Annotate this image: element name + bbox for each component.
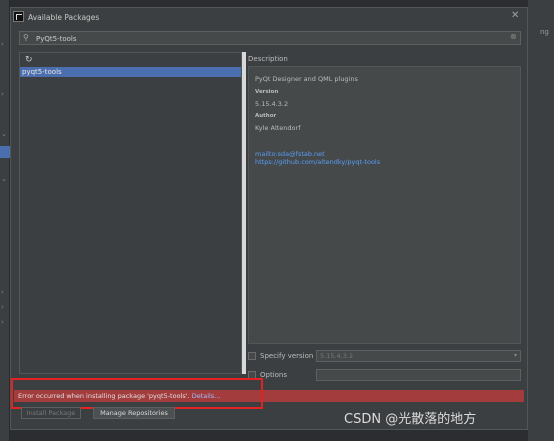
author-header: Author [255,113,277,119]
chevron-down-icon: ⌄ [1,175,7,183]
selected-tree-item [0,146,10,158]
list-item[interactable]: pyqt5-tools [20,67,241,77]
ide-background-text: ng [540,28,549,36]
specify-version-checkbox[interactable] [248,352,256,360]
refresh-icon[interactable]: ↻ [25,55,33,65]
install-package-button[interactable]: Install Package [21,407,81,419]
available-packages-dialog: Available Packages ✕ ⚲ ⊗ ↻ pyqt5-tools D… [10,7,528,430]
clear-search-icon[interactable]: ⊗ [510,32,517,41]
chevron-icon: › [1,90,4,98]
dialog-title: Available Packages [28,13,100,22]
search-input[interactable] [36,33,496,44]
chevron-down-icon: ▾ [513,352,517,359]
email-link[interactable]: mailto:sda@fstab.net [255,150,325,158]
homepage-link[interactable]: https://github.com/altendky/pyqt-tools [255,158,380,166]
pycharm-icon [13,11,24,22]
version-select-value: 5.15.4.3.2 [320,352,354,360]
specify-version-label: Specify version [260,352,314,360]
options-field[interactable] [316,369,521,381]
chevron-icon: › [1,318,4,326]
ide-left-strip: › › ⌄ ⌄ › › › [0,0,10,441]
chevron-icon: › [1,288,4,296]
description-label: Description [248,55,288,63]
chevron-down-icon: ⌄ [1,130,7,138]
csdn-watermark: CSDN @光散落的地方 [344,412,477,427]
package-version: 5.15.4.3.2 [255,100,289,108]
manage-repositories-button[interactable]: Manage Repositories [93,407,175,419]
options-label: Options [260,371,288,379]
error-highlight-annotation [11,378,263,409]
title-bar: Available Packages ✕ [11,8,527,28]
package-search: ⚲ ⊗ [19,31,521,45]
package-summary: PyQt Designer and QML plugins [255,75,358,83]
package-list: ↻ pyqt5-tools [19,52,242,374]
description-panel: PyQt Designer and QML plugins Version 5.… [248,66,521,344]
search-icon: ⚲ [23,33,29,42]
version-header: Version [255,89,279,95]
version-select[interactable]: 5.15.4.3.2 ▾ [316,350,521,362]
pane-splitter[interactable] [242,52,246,374]
chevron-icon: › [1,303,4,311]
package-author: Kyle Altendorf [255,124,301,132]
chevron-icon: › [1,40,4,48]
ide-right-strip [528,0,554,441]
close-icon[interactable]: ✕ [511,10,519,21]
